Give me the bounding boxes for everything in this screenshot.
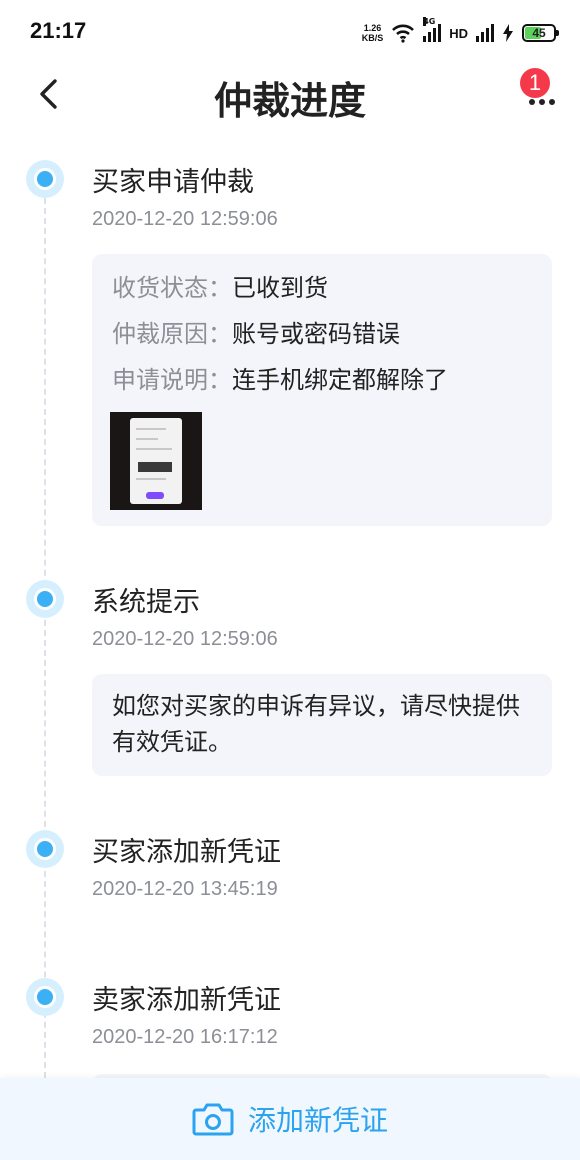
page-title: 仲裁进度 xyxy=(213,79,366,123)
net-speed-value: 1.26 xyxy=(363,23,382,33)
charging-icon xyxy=(503,24,513,42)
timeline-title: 买家添加新凭证 xyxy=(92,837,281,868)
notification-badge: 1 xyxy=(520,68,550,98)
net-speed: 1.26 KB/S xyxy=(362,23,384,43)
reason-value: 账号或密码错误 xyxy=(232,320,400,348)
timeline-line xyxy=(44,198,46,1078)
timeline-dot-icon xyxy=(26,580,64,618)
timeline-dot-icon xyxy=(26,160,64,198)
camera-icon xyxy=(192,1103,234,1136)
status-bar: 21:17 1.26 KB/S 4G HD 45 xyxy=(0,0,580,62)
add-evidence-label: 添加新凭证 xyxy=(247,1104,388,1137)
wifi-icon xyxy=(392,24,415,43)
system-notice-text: 如您对买家的申诉有异议，请尽快提供有效凭证。 xyxy=(112,692,520,756)
evidence-thumbnail[interactable] xyxy=(110,412,202,510)
network-type-label: 4G xyxy=(423,17,436,26)
arbitration-detail-card: 收货状态：已收到货 仲裁原因：账号或密码错误 申请说明：连手机绑定都解除了 xyxy=(92,254,552,526)
header: 仲裁进度 1 xyxy=(0,62,580,128)
timeline-dot-icon xyxy=(26,830,64,868)
timeline-time: 2020-12-20 12:59:06 xyxy=(92,628,278,650)
system-notice-card: 如您对买家的申诉有异议，请尽快提供有效凭证。 xyxy=(92,674,552,776)
add-evidence-button[interactable]: 添加新凭证 xyxy=(0,1078,580,1160)
hd-label: HD xyxy=(449,25,468,41)
timeline-title: 卖家添加新凭证 xyxy=(92,985,281,1016)
battery-icon: 45 xyxy=(522,24,559,42)
receipt-status-row: 收货状态：已收到货 xyxy=(112,268,328,303)
cellular-signal-icon: 4G xyxy=(423,17,442,42)
more-button[interactable]: 1 xyxy=(520,68,562,116)
receipt-status-label: 收货状态： xyxy=(112,274,232,302)
timeline-time: 2020-12-20 16:17:12 xyxy=(92,1026,278,1048)
explanation-label: 申请说明： xyxy=(112,366,232,394)
explanation-value: 连手机绑定都解除了 xyxy=(232,366,448,394)
net-speed-unit: KB/S xyxy=(361,33,384,43)
receipt-status-value: 已收到货 xyxy=(232,274,328,302)
status-time: 21:17 xyxy=(30,18,87,43)
status-icons: 1.26 KB/S 4G HD 45 xyxy=(362,17,559,46)
timeline-title: 买家申请仲裁 xyxy=(92,167,254,198)
cellular-signal-2-icon xyxy=(476,24,494,42)
battery-level: 45 xyxy=(532,26,546,40)
more-dots-icon xyxy=(529,99,555,105)
timeline-time: 2020-12-20 12:59:06 xyxy=(92,208,278,230)
explanation-row: 申请说明：连手机绑定都解除了 xyxy=(112,360,448,395)
reason-row: 仲裁原因：账号或密码错误 xyxy=(112,314,400,349)
reason-label: 仲裁原因： xyxy=(112,320,232,348)
timeline-dot-icon xyxy=(26,978,64,1016)
timeline-title: 系统提示 xyxy=(92,587,200,618)
timeline-time: 2020-12-20 13:45:19 xyxy=(92,878,278,900)
